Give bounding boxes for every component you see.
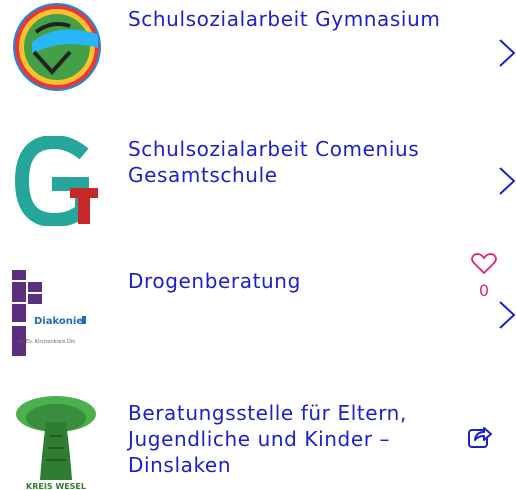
- diakonie-logo: Diakonie im Ev. Kirchenkreis Din: [12, 270, 92, 358]
- item-title[interactable]: Schulsozialarbeit Gymnasium: [128, 6, 458, 32]
- list-item[interactable]: KREIS WESEL Beratungsstelle für Eltern, …: [0, 380, 516, 490]
- chevron-right-icon[interactable]: [498, 38, 516, 68]
- list-item[interactable]: Schulsozialarbeit Comenius Gesamtschule: [0, 128, 516, 228]
- item-title[interactable]: Schulsozialarbeit Comenius Gesamtschule: [128, 136, 458, 188]
- list-item[interactable]: Schulsozialarbeit Gymnasium: [0, 0, 516, 110]
- item-title[interactable]: Drogenberatung: [128, 268, 458, 294]
- tree-logo: KREIS WESEL: [12, 392, 100, 490]
- like-count: 0: [478, 281, 490, 300]
- svg-text:KREIS WESEL: KREIS WESEL: [26, 482, 86, 490]
- item-title[interactable]: Beratungsstelle für Eltern, Jugendliche …: [128, 400, 458, 478]
- like-control[interactable]: 0: [462, 252, 506, 300]
- heart-icon[interactable]: [471, 252, 497, 276]
- gymnasium-logo: [12, 2, 102, 92]
- list-item[interactable]: Diakonie im Ev. Kirchenkreis Din Drogenb…: [0, 248, 516, 363]
- chevron-right-icon[interactable]: [498, 300, 516, 330]
- share-icon[interactable]: [466, 422, 494, 450]
- svg-text:Diakonie: Diakonie: [34, 316, 83, 327]
- chevron-right-icon[interactable]: [498, 166, 516, 196]
- svg-text:im Ev. Kirchenkreis Din: im Ev. Kirchenkreis Din: [18, 339, 75, 345]
- comenius-logo: [12, 136, 102, 226]
